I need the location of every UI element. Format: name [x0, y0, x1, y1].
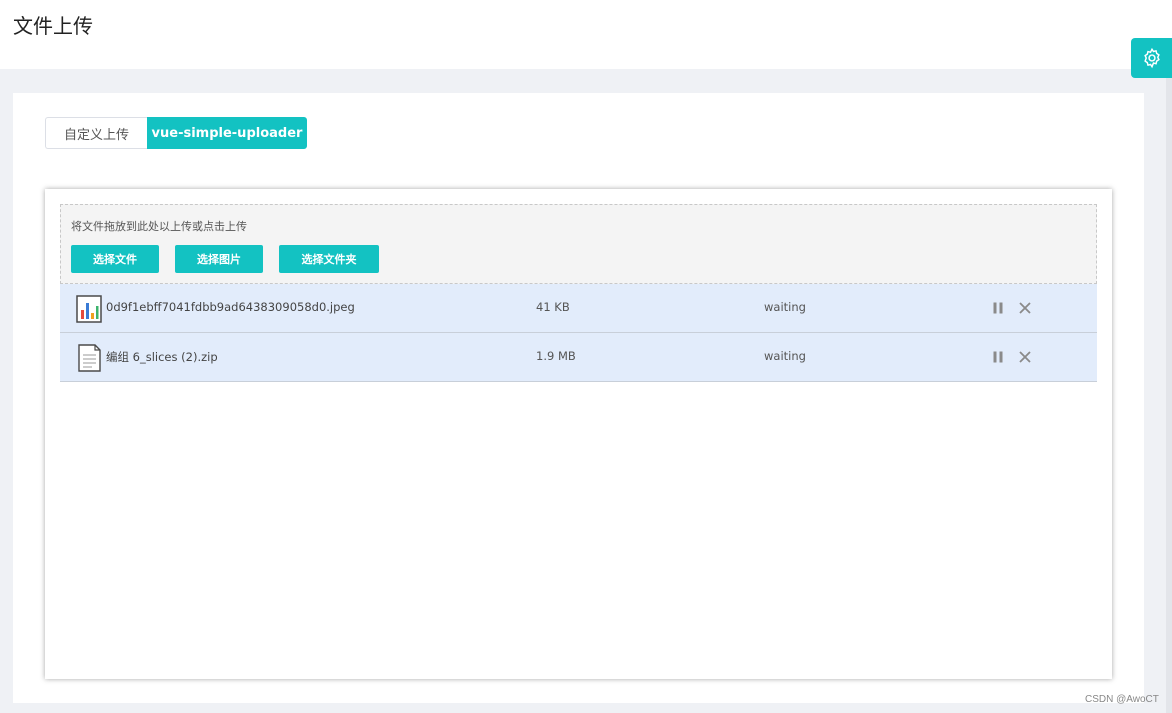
gear-icon	[1143, 47, 1160, 69]
select-file-button[interactable]: 选择文件	[71, 245, 159, 273]
settings-button[interactable]	[1131, 38, 1172, 78]
file-name: 编组 6_slices (2).zip	[106, 350, 218, 364]
tab-custom-upload[interactable]: 自定义上传	[45, 117, 147, 149]
file-row: 0d9f1ebff7041fdbb9ad6438309058d0.jpeg 41…	[60, 284, 1097, 333]
pause-icon[interactable]	[992, 302, 1004, 314]
close-icon[interactable]	[1018, 301, 1032, 315]
drop-zone[interactable]: 将文件拖放到此处以上传或点击上传 选择文件 选择图片 选择文件夹	[60, 204, 1097, 284]
pause-icon[interactable]	[992, 351, 1004, 363]
file-size: 1.9 MB	[536, 349, 576, 363]
watermark: CSDN @AwoCT	[1085, 694, 1159, 705]
zip-file-icon	[78, 344, 101, 372]
file-row: 编组 6_slices (2).zip 1.9 MB waiting	[60, 333, 1097, 382]
page-header: 文件上传	[0, 0, 1172, 69]
close-icon[interactable]	[1018, 350, 1032, 364]
uploader-panel: 将文件拖放到此处以上传或点击上传 选择文件 选择图片 选择文件夹 0d9f1eb…	[45, 189, 1112, 679]
file-status: waiting	[764, 300, 806, 314]
file-name: 0d9f1ebff7041fdbb9ad6438309058d0.jpeg	[106, 300, 355, 314]
drop-hint: 将文件拖放到此处以上传或点击上传	[71, 220, 247, 233]
page-title: 文件上传	[13, 14, 93, 38]
content-card: 自定义上传 vue-simple-uploader 将文件拖放到此处以上传或点击…	[13, 93, 1144, 703]
upload-mode-tabs: 自定义上传 vue-simple-uploader	[45, 117, 307, 149]
page-scrollbar[interactable]	[1166, 78, 1172, 713]
select-image-button[interactable]: 选择图片	[175, 245, 263, 273]
image-file-icon	[76, 295, 102, 323]
file-size: 41 KB	[536, 300, 570, 314]
tab-vue-simple-uploader[interactable]: vue-simple-uploader	[147, 117, 307, 149]
select-folder-button[interactable]: 选择文件夹	[279, 245, 379, 273]
file-status: waiting	[764, 349, 806, 363]
